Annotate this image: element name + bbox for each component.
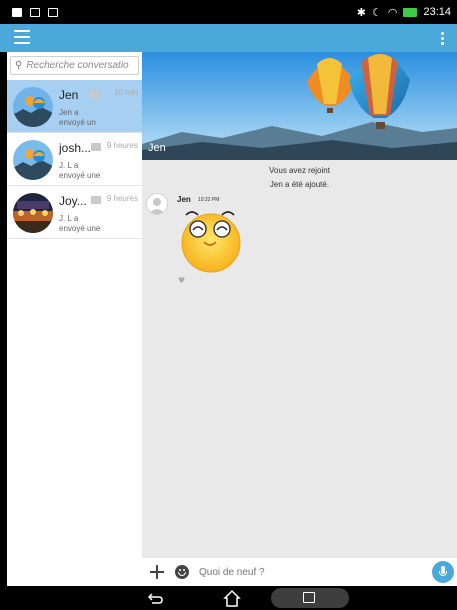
- avatar: [13, 193, 53, 233]
- conversation-preview: J. L a: [59, 214, 79, 223]
- system-message: Jen a été ajouté.: [269, 180, 330, 189]
- conversation-preview: Jen a: [59, 108, 79, 117]
- conversation-preview: envoyé une: [59, 171, 101, 180]
- group-badge-icon: [89, 90, 99, 98]
- group-badge-icon: [91, 196, 101, 204]
- search-input[interactable]: ⚲ Recherche conversatio: [10, 56, 139, 75]
- conversation-name: Joy...: [59, 194, 87, 208]
- banner-title: Jen: [148, 142, 166, 154]
- conversation-list-panel: ⚲ Recherche conversatio Jen 10 min Jen a…: [7, 52, 142, 586]
- app-bar: [0, 24, 457, 52]
- conversation-time: 9 heures: [106, 194, 138, 203]
- plus-icon[interactable]: [149, 564, 165, 580]
- conversation-name: Jen: [59, 88, 79, 102]
- smiley-icon[interactable]: [175, 565, 189, 579]
- conversation-preview: J. L a: [59, 161, 79, 170]
- system-icons: ✱ ☾ ◠ 23:14: [357, 6, 457, 18]
- emoji-sticker[interactable]: [180, 207, 242, 273]
- conversation-item-joy[interactable]: Joy... 9 heures J. L a envoyé une: [7, 186, 142, 239]
- avatar: [13, 140, 53, 180]
- system-message: Vous avez rejoint: [269, 166, 330, 175]
- message-composer: [142, 558, 457, 586]
- do-not-disturb-icon: ☾: [371, 5, 382, 19]
- status-time: 23:14: [423, 6, 451, 18]
- notification-icon: [12, 7, 22, 17]
- conversation-time: 10 min: [113, 88, 138, 97]
- image-notification-icon: [48, 7, 58, 17]
- avatar[interactable]: [146, 193, 168, 215]
- chat-pane: Jen Vous avez rejoint Jen a été ajouté. …: [142, 52, 457, 586]
- search-placeholder: Recherche conversatio: [26, 60, 129, 71]
- conversation-preview: envoyé un: [59, 118, 96, 127]
- avatar: [13, 87, 53, 127]
- status-bar: ✱ ☾ ◠ 23:14: [0, 0, 457, 24]
- message-time: 10:22 PM: [198, 197, 220, 203]
- conversation-item-josh[interactable]: josh... 9 heures J. L a envoyé une: [7, 133, 142, 186]
- more-vert-icon[interactable]: [441, 32, 445, 46]
- home-icon[interactable]: [222, 588, 242, 608]
- message-input[interactable]: [199, 566, 419, 578]
- mic-icon[interactable]: [432, 561, 454, 583]
- notification-icon: [30, 7, 40, 17]
- notification-icons: [0, 7, 58, 17]
- bluetooth-icon: ✱: [356, 5, 366, 19]
- recents-icon[interactable]: [271, 588, 349, 608]
- hamburger-icon[interactable]: [14, 30, 30, 44]
- conversation-preview: envoyé une: [59, 224, 101, 233]
- group-badge-icon: [91, 143, 101, 151]
- conversation-banner-image: Jen: [142, 52, 457, 160]
- system-navigation-bar: [0, 586, 457, 610]
- battery-icon: [403, 7, 418, 17]
- conversation-name: josh...: [59, 141, 92, 155]
- like-heart-icon[interactable]: ♥: [178, 276, 185, 285]
- search-icon: ⚲: [15, 60, 23, 71]
- back-icon[interactable]: [146, 588, 166, 608]
- wifi-icon: ◠: [387, 5, 398, 19]
- conversation-item-jen[interactable]: Jen 10 min Jen a envoyé un: [7, 80, 142, 133]
- message-sender: Jen: [177, 195, 191, 204]
- conversation-time: 9 heures: [106, 141, 138, 150]
